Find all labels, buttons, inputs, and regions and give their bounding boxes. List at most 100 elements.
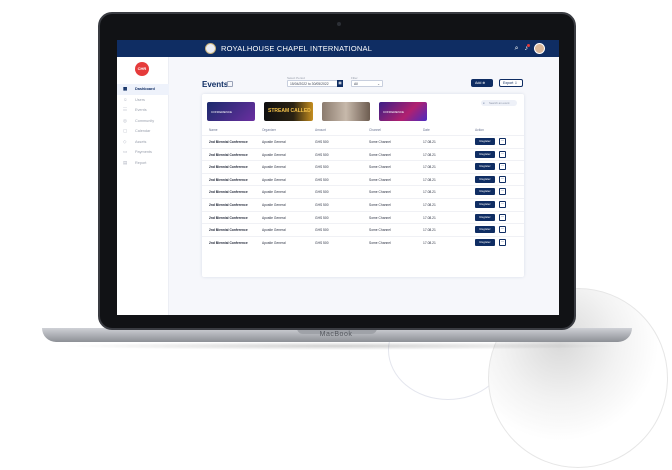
event-name-cell: 2nd Biennial Conference (209, 202, 248, 207)
date-cell: 17.08.21 (423, 228, 436, 233)
search-input[interactable]: ⌕ Search an event (481, 100, 517, 106)
sidebar-item-label: Dashboard (135, 87, 155, 92)
more-options-icon[interactable]: ⋯ (499, 163, 506, 171)
sidebar-item-community[interactable]: ◎ Community (117, 116, 169, 127)
event-banner-3[interactable] (322, 102, 370, 121)
sidebar-nav: ▦ Dashboard ☺ Users ☷ Events ◎ Community ▢ Calend… (117, 84, 169, 168)
sidebar-item-calendar[interactable]: ▢ Calendar (117, 126, 169, 137)
banner-1-text: CONFERENCE (211, 110, 233, 114)
sidebar-item-label: Users (135, 97, 145, 102)
camera-icon (337, 22, 341, 26)
table-body: 2nd Biennial Conference Apostle General GH… (202, 135, 524, 248)
col-channel: Channel (369, 128, 381, 132)
register-button[interactable]: Register (475, 200, 495, 208)
download-icon: ⇩ (514, 81, 518, 85)
table-row: 2nd Biennial Conference Apostle General GH… (202, 172, 524, 186)
table-row: 2nd Biennial Conference Apostle General GH… (202, 185, 524, 198)
register-button[interactable]: Register (475, 238, 495, 246)
add-button[interactable]: Add ⊕ (471, 79, 493, 87)
channel-cell: Some Channel (369, 202, 391, 207)
sidebar-item-label: Events (135, 108, 147, 113)
amount-cell: GHS 500 (315, 215, 329, 220)
event-name-cell: 2nd Biennial Conference (209, 165, 248, 170)
event-banner-1[interactable]: CONFERENCE (207, 102, 255, 121)
event-name-cell: 2nd Biennial Conference (209, 190, 248, 195)
page-title: Events (202, 80, 229, 89)
more-options-icon[interactable]: ⋯ (499, 200, 506, 208)
organizer-cell: Apostle General (262, 202, 286, 207)
sidebar-item-label: Community (135, 118, 155, 123)
search-icon[interactable]: ⌕ (515, 43, 519, 54)
event-banner-2[interactable]: STREAM CALLED (264, 102, 313, 121)
event-name-cell: 2nd Biennial Conference (209, 152, 248, 157)
sidebar-item-payments[interactable]: ▭ Payments (117, 147, 169, 158)
register-button[interactable]: Register (475, 226, 495, 234)
event-name-cell: 2nd Biennial Conference (209, 228, 248, 233)
user-avatar[interactable] (534, 43, 545, 54)
calendar-icon: ▢ (123, 128, 128, 134)
date-cell: 17.08.21 (423, 240, 436, 245)
more-options-icon[interactable]: ⋯ (499, 188, 506, 196)
register-button[interactable]: Register (475, 150, 495, 158)
amount-cell: GHS 500 (315, 140, 329, 144)
dashboard-icon: ▦ (123, 86, 128, 92)
col-date: Date (423, 128, 430, 132)
date-range-input[interactable]: 15/04/2022 to 30/05/2022 (287, 80, 343, 87)
more-options-icon[interactable]: ⋯ (499, 150, 506, 158)
calendar-icon[interactable] (227, 81, 233, 87)
channel-cell: Some Channel (369, 140, 391, 144)
table-row: 2nd Biennial Conference Apostle General GH… (202, 135, 524, 148)
amount-cell: GHS 500 (315, 240, 329, 245)
top-actions: ⌕ ♪ (515, 43, 545, 54)
sidebar-item-dashboard[interactable]: ▦ Dashboard (117, 84, 169, 95)
register-button[interactable]: Register (475, 138, 495, 145)
sidebar-item-label: Payments (135, 150, 152, 155)
table-row: 2nd Biennial Conference Apostle General GH… (202, 210, 524, 224)
organizer-cell: Apostle General (262, 190, 286, 195)
more-options-icon[interactable]: ⋯ (499, 213, 506, 221)
table-row: 2nd Biennial Conference Apostle General GH… (202, 223, 524, 236)
date-picker-button[interactable]: ▦ (337, 80, 343, 87)
register-button[interactable]: Register (475, 163, 495, 171)
sidebar-item-report[interactable]: ▤ Report (117, 158, 169, 169)
more-options-icon[interactable]: ⋯ (499, 138, 506, 145)
brand-logo[interactable]: CHR (135, 62, 149, 76)
top-bar: ROYALHOUSE CHAPEL INTERNATIONAL ⌕ ♪ (117, 40, 559, 57)
export-button[interactable]: Export ⇩ (499, 79, 523, 87)
event-name-cell: 2nd Biennial Conference (209, 215, 248, 220)
search-icon: ⌕ (483, 101, 485, 105)
sidebar-item-users[interactable]: ☺ Users (117, 95, 169, 106)
sidebar-item-assets[interactable]: ◇ Assets (117, 137, 169, 148)
event-name-cell: 2nd Biennial Conference (209, 177, 248, 182)
add-button-label: Add (475, 81, 482, 85)
chevron-down-icon: ⌄ (377, 82, 380, 86)
more-options-icon[interactable]: ⋯ (499, 175, 506, 183)
payments-icon: ▭ (123, 149, 128, 155)
register-button[interactable]: Register (475, 188, 495, 196)
register-button[interactable]: Register (475, 175, 495, 183)
organizer-cell: Apostle General (262, 152, 286, 157)
date-cell: 17.08.21 (423, 177, 436, 182)
table-row: 2nd Biennial Conference Apostle General GH… (202, 147, 524, 161)
filter-select[interactable]: All ⌄ (351, 80, 383, 87)
assets-icon: ◇ (123, 138, 127, 144)
col-action: Action (475, 128, 484, 132)
event-banner-4[interactable]: CONFERENCE (379, 102, 427, 121)
amount-cell: GHS 500 (315, 202, 329, 207)
amount-cell: GHS 500 (315, 228, 329, 233)
users-icon: ☺ (123, 97, 128, 103)
organizer-cell: Apostle General (262, 228, 286, 233)
sidebar-item-label: Report (135, 160, 147, 165)
col-organizer: Organizer (262, 128, 276, 132)
sidebar-item-events[interactable]: ☷ Events (117, 105, 169, 116)
product-mockup: MacBook ROYALHOUSE CHAPEL INTERNATIONAL … (0, 0, 672, 470)
register-button[interactable]: Register (475, 213, 495, 221)
channel-cell: Some Channel (369, 190, 391, 195)
more-options-icon[interactable]: ⋯ (499, 226, 506, 234)
plus-icon: ⊕ (482, 81, 486, 85)
more-options-icon[interactable]: ⋯ (499, 238, 506, 246)
notification-bell-icon[interactable]: ♪ (525, 43, 530, 54)
organizer-cell: Apostle General (262, 215, 286, 220)
app-screen: ROYALHOUSE CHAPEL INTERNATIONAL ⌕ ♪ CHR … (117, 40, 559, 315)
col-amount: Amount (315, 128, 326, 132)
